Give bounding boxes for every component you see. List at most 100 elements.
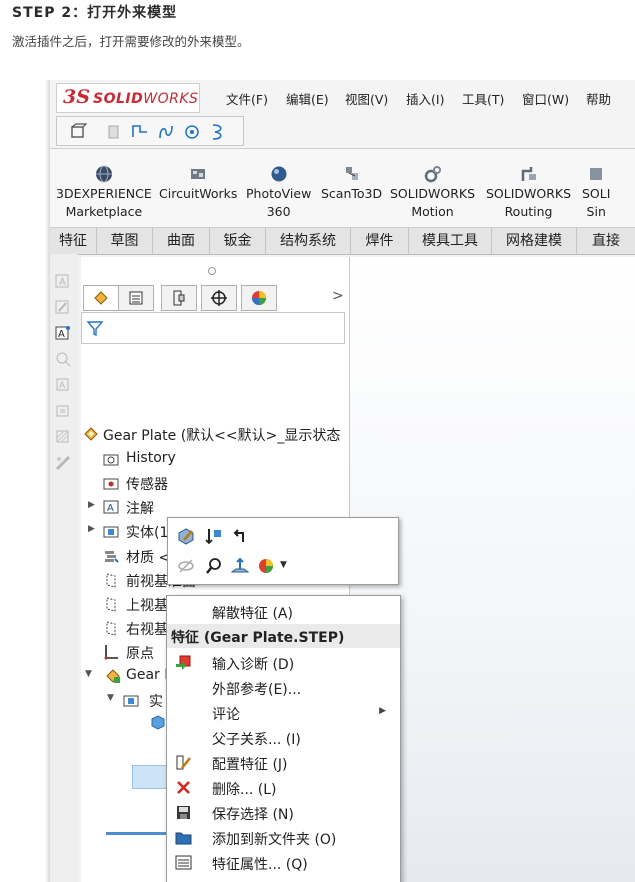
circuit-board-icon (191, 169, 206, 179)
hide-eye-icon[interactable] (176, 556, 196, 576)
plane-icon (106, 573, 116, 588)
menu-item-parent-child[interactable]: 父子关系... (I) (167, 725, 400, 750)
origin-icon (104, 645, 118, 660)
shape-tool-icon[interactable] (183, 123, 201, 141)
tab-weldments[interactable]: 焊件 (351, 228, 409, 254)
appearance-pie-icon (252, 291, 266, 305)
import-diagnostics-icon (176, 655, 191, 670)
motion-gears-icon (424, 166, 441, 183)
expand-arrow-icon[interactable]: ▶ (88, 500, 95, 510)
ds-logo-icon: 3S (63, 86, 90, 108)
solidworks-logo[interactable]: 3S SOLIDWORKS (56, 83, 200, 113)
menu-item-comments[interactable]: 评论 ▶ (167, 700, 400, 725)
quick-access-group (56, 116, 244, 146)
tab-mold-tools[interactable]: 模具工具 (409, 228, 492, 254)
ribbon-3dexperience[interactable]: 3DEXPERIENCE Marketplace (56, 165, 152, 221)
menu-view[interactable]: 视图(V) (345, 89, 388, 108)
tab-surfaces[interactable]: 曲面 (153, 228, 210, 254)
spline-icon[interactable] (157, 123, 175, 141)
annotation-faded-icon[interactable]: A (54, 272, 72, 290)
feature-manager-icon (94, 291, 108, 305)
tree-filter-box[interactable] (81, 312, 345, 344)
plane-icon (106, 621, 116, 636)
appearance-dropdown-icon[interactable]: ▼ (280, 560, 287, 570)
ribbon-circuitworks[interactable]: CircuitWorks (159, 165, 237, 203)
menu-bar: 3S SOLIDWORKS 文件(F) 编辑(E) 视图(V) 插入(I) 工具… (50, 80, 635, 115)
tree-item-history[interactable]: History (81, 448, 349, 470)
box-faded-icon[interactable] (105, 123, 123, 141)
history-folder-icon (103, 454, 119, 466)
ribbon-photoview[interactable]: PhotoView 360 (246, 165, 311, 221)
menu-item-save-selection[interactable]: 保存选择 (N) (167, 800, 400, 825)
collapse-arrow-icon[interactable]: ▼ (107, 693, 114, 703)
svg-text:A: A (58, 329, 65, 340)
annotations-icon: A (103, 500, 119, 514)
tree-item-sensors[interactable]: 传感器 (81, 472, 349, 494)
ribbon-motion[interactable]: SOLIDWORKS Motion (390, 165, 475, 221)
menu-item-configure-feature[interactable]: 配置特征 (J) (167, 750, 400, 775)
normal-to-icon[interactable] (230, 556, 250, 576)
tab-configuration-manager[interactable] (161, 285, 197, 311)
solid-bodies-icon (123, 695, 139, 707)
tab-dimxpert[interactable] (201, 285, 237, 311)
render-sphere-icon (271, 166, 287, 182)
add-ins-ribbon: 3DEXPERIENCE Marketplace CircuitWorks Pho… (50, 149, 635, 228)
ribbon-simulation[interactable]: SOLI Sin (582, 165, 610, 221)
weld-faded-icon[interactable] (54, 454, 72, 472)
command-manager-tabs: 特征 草图 曲面 钣金 结构系统 焊件 模具工具 网格建模 直接 (50, 228, 635, 255)
tree-item-annotations[interactable]: ▶ A 注解 (81, 496, 349, 518)
menu-item-delete[interactable]: 删除... (L) (167, 775, 400, 800)
tab-feature-manager[interactable] (83, 285, 119, 311)
tree-item-part-root[interactable]: Gear Plate (默认<<默认>_显示状态 (81, 423, 349, 445)
panel-resize-handle[interactable] (208, 267, 216, 275)
menu-file[interactable]: 文件(F) (226, 89, 268, 108)
ribbon-routing[interactable]: SOLIDWORKS Routing (486, 165, 571, 221)
collapse-arrow-icon[interactable]: ▼ (85, 669, 92, 679)
balloon-faded-icon[interactable] (54, 350, 72, 368)
tab-features[interactable]: 特征 (50, 228, 97, 254)
rollback-icon[interactable] (204, 526, 224, 546)
menu-edit[interactable]: 编辑(E) (286, 89, 329, 108)
tab-mesh-modeling[interactable]: 网格建模 (492, 228, 577, 254)
properties-icon (175, 855, 192, 870)
tab-sketch[interactable]: 草图 (97, 228, 153, 254)
tab-sheet-metal[interactable]: 钣金 (210, 228, 266, 254)
undo-arrow-icon[interactable] (230, 526, 250, 546)
tab-structure-system[interactable]: 结构系统 (266, 228, 351, 254)
datum-faded-icon[interactable] (54, 402, 72, 420)
svg-text:A: A (59, 277, 66, 288)
menu-insert[interactable]: 插入(I) (406, 89, 444, 108)
block-faded-icon[interactable]: A (54, 376, 72, 394)
menu-help[interactable]: 帮助 (586, 89, 611, 108)
panel-scroll-right-icon[interactable]: > (332, 288, 344, 304)
step-title: STEP 2：打开外来模型 (12, 5, 178, 21)
menu-tools[interactable]: 工具(T) (462, 89, 504, 108)
tab-display-manager[interactable] (241, 285, 277, 311)
menu-item-external-references[interactable]: 外部参考(E)... (167, 675, 400, 700)
note-icon[interactable]: A (54, 324, 72, 342)
dual-arc-icon[interactable] (209, 123, 227, 141)
menu-item-import-diagnostics[interactable]: 输入诊断 (D) (167, 650, 400, 675)
sketch-line-icon[interactable] (131, 123, 149, 141)
zoom-to-selection-icon[interactable] (204, 556, 224, 576)
menu-item-feature-properties[interactable]: 特征属性... (Q) (167, 850, 400, 875)
ribbon-scanto3d[interactable]: ScanTo3D (321, 165, 382, 203)
edit-faded-icon[interactable] (54, 298, 72, 316)
scan-icon (345, 167, 358, 180)
menu-item-dissolve-feature[interactable]: 解散特征 (A) (167, 599, 400, 624)
part-icon (84, 427, 98, 441)
menu-item-add-to-new-folder[interactable]: 添加到新文件夹 (O) (167, 825, 400, 850)
configuration-icon (173, 290, 185, 306)
tab-direct-editing[interactable]: 直接 (577, 228, 635, 254)
routing-icon (521, 167, 536, 181)
cube-view-icon[interactable] (69, 123, 87, 141)
expand-arrow-icon[interactable]: ▶ (88, 524, 95, 534)
svg-text:A: A (59, 381, 66, 391)
edit-feature-icon[interactable] (176, 526, 196, 546)
appearance-icon[interactable] (256, 556, 276, 576)
tab-property-manager[interactable] (118, 285, 154, 311)
globe-icon (95, 165, 112, 183)
menu-window[interactable]: 窗口(W) (522, 89, 569, 108)
body-cube-icon[interactable] (150, 714, 166, 730)
hatch-faded-icon[interactable] (54, 428, 72, 446)
